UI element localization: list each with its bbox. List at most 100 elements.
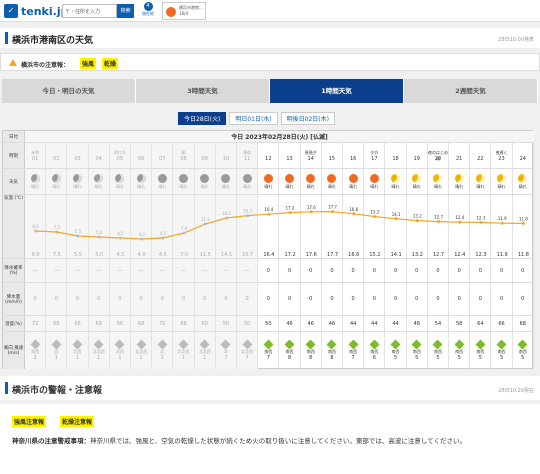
- weather-cell: 晴れ: [407, 169, 428, 194]
- weather-text: 晴れ: [221, 183, 230, 189]
- weather-text: 晴れ: [476, 183, 485, 189]
- hour-cell: 02: [46, 143, 68, 168]
- weather-cell: 晴れ: [513, 169, 534, 194]
- weather-cell: 晴れ: [385, 169, 407, 194]
- tab-2week[interactable]: 2週間天気: [404, 79, 538, 103]
- wind-speed: 1: [75, 354, 80, 361]
- weather-cell: 晴れ: [215, 169, 238, 194]
- temp-point-label: 7.0: [181, 226, 188, 231]
- temp-point: [309, 210, 313, 214]
- humidity-cell: 46: [279, 316, 301, 331]
- precip-prob-cell: 0: [470, 259, 492, 282]
- temp-point: [521, 221, 525, 225]
- hour-cell: 昼前 11: [237, 143, 259, 168]
- precip-prob-cell: ---: [194, 259, 216, 282]
- precip-prob-cell: ---: [152, 259, 174, 282]
- wind-cell: 南西 5: [513, 332, 534, 369]
- wind-arrow-icon: [305, 339, 316, 349]
- temp-value: 4.5: [159, 252, 167, 258]
- site-header: ✓ tenki.jp 〒・住所を入力 検索 4 現在地 横浜市港南... 18/…: [0, 0, 540, 22]
- precip-label: 降水量 (mm/h): [3, 283, 25, 315]
- alert-heading: 横浜市の警報・注意報: [12, 386, 103, 396]
- humidity-cell: 58: [449, 316, 471, 331]
- temp-point-label: 11.9: [498, 216, 507, 221]
- warning-tag-dry[interactable]: 乾燥: [102, 58, 119, 69]
- wind-cell: 西1: [46, 332, 68, 369]
- precip-cell: 0: [67, 283, 89, 315]
- temp-point-label: 11.8: [519, 216, 528, 221]
- weather-text: 晴れ: [137, 183, 146, 189]
- alert-body: 強風注意報 乾燥注意報 神奈川県の注意警戒事項：神奈川県では、強風と、空気の乾燥…: [0, 404, 540, 474]
- hour-value: 09: [201, 155, 208, 162]
- wind-cell: 南西 6: [364, 332, 386, 369]
- weather-text: 晴れ: [327, 183, 336, 189]
- day-tab-tomorrow[interactable]: 明日01日(水): [229, 112, 278, 125]
- wind-cell: 北西 1: [109, 332, 132, 369]
- temp-point: [267, 212, 271, 216]
- hour-value: 12: [265, 155, 272, 162]
- precip-prob-cell: 0: [258, 259, 280, 282]
- precip-prob-cell: 0: [428, 259, 450, 282]
- wind-speed: 5: [478, 354, 482, 361]
- wind-arrow-icon: [72, 339, 83, 349]
- humidity-cell: 64: [470, 316, 492, 331]
- temp-row: 気温 (℃) 8.0 8.0 7.5 7.5 5.5 5.5 5.0 5.0 4.5 4.5 4.0…: [3, 195, 534, 259]
- wind-arrow-icon: [220, 339, 231, 349]
- weather-row: 天気 晴れ 晴れ 晴れ 晴れ 晴れ 晴れ 晴れ 晴れ 晴れ 晴れ 晴れ 晴れ 晴れ 晴れ 晴れ 晴れ 晴れ 晴れ 晴…: [3, 169, 534, 195]
- location-badge: 4: [143, 2, 153, 11]
- temp-value: 15.2: [369, 252, 380, 258]
- humidity-cell: 68: [131, 316, 153, 331]
- precip-prob-cell: 0: [301, 259, 322, 282]
- tab-1hour[interactable]: 1時間天気: [270, 79, 404, 103]
- day-tab-day-after[interactable]: 明後日02日(木): [280, 112, 335, 125]
- precip-prob-cell: ---: [67, 259, 89, 282]
- warning-tag-wind[interactable]: 強風: [80, 58, 97, 69]
- alert-tag-wind[interactable]: 強風注意報: [12, 416, 47, 427]
- precip-cell: 0: [194, 283, 216, 315]
- alert-time: 28日10:20現在: [498, 388, 534, 394]
- day-tab-today[interactable]: 今日28日(火): [178, 112, 227, 125]
- search-button[interactable]: 検索: [117, 4, 134, 18]
- hour-value: 01: [31, 155, 39, 162]
- temp-point: [331, 210, 335, 214]
- weather-text: 晴れ: [349, 183, 358, 189]
- hour-value: 21: [455, 155, 463, 162]
- humidity-cell: 46: [322, 316, 344, 331]
- wind-arrow-icon: [454, 339, 465, 349]
- wind-cell: 北7: [215, 332, 238, 369]
- temp-point: [373, 215, 377, 219]
- hour-value: 15: [328, 155, 336, 162]
- humidity-cell: 46: [301, 316, 322, 331]
- precip-cell: 0: [470, 283, 492, 315]
- weather-text: 晴れ: [497, 183, 506, 189]
- tenki-logo[interactable]: ✓ tenki.jp: [4, 3, 68, 19]
- wind-arrow-icon: [475, 339, 486, 349]
- wind-speed: 1: [203, 354, 207, 361]
- tab-3hour[interactable]: 3時間天気: [136, 79, 270, 103]
- precip-cell: 0: [385, 283, 407, 315]
- humidity-cell: 72: [25, 316, 47, 331]
- wind-cell: 南西 2: [25, 332, 47, 369]
- weather-cell: 晴れ: [258, 169, 280, 194]
- precip-prob-cell: 0: [322, 259, 344, 282]
- current-location-button[interactable]: 4 現在地: [138, 2, 158, 20]
- tab-today-tomorrow[interactable]: 今日・明日の天気: [2, 79, 136, 103]
- hour-value: 07: [159, 155, 166, 162]
- mini-forecast[interactable]: 横浜市港南... 18/4: [162, 2, 206, 20]
- wind-arrow-icon: [369, 339, 380, 349]
- wind-cell: 北北西 1: [88, 332, 110, 369]
- hour-cell: 19: [407, 143, 428, 168]
- precip-cell: 0: [173, 283, 195, 315]
- wind-arrow-icon: [263, 339, 274, 349]
- temp-point: [140, 237, 144, 241]
- wind-cell: 北北西 1: [131, 332, 153, 369]
- hour-cell: 12: [258, 143, 280, 168]
- precip-cell: 0: [152, 283, 174, 315]
- wind-speed: 5: [457, 354, 461, 361]
- wind-arrow-icon: [390, 339, 401, 349]
- precip-cell: 0: [301, 283, 322, 315]
- forecast-tabs: 今日・明日の天気 3時間天気 1時間天気 2週間天気: [2, 79, 538, 103]
- alert-tag-dry[interactable]: 乾燥注意報: [60, 416, 95, 427]
- search-input[interactable]: 〒・住所を入力: [62, 4, 117, 18]
- precip-prob-cell: ---: [109, 259, 132, 282]
